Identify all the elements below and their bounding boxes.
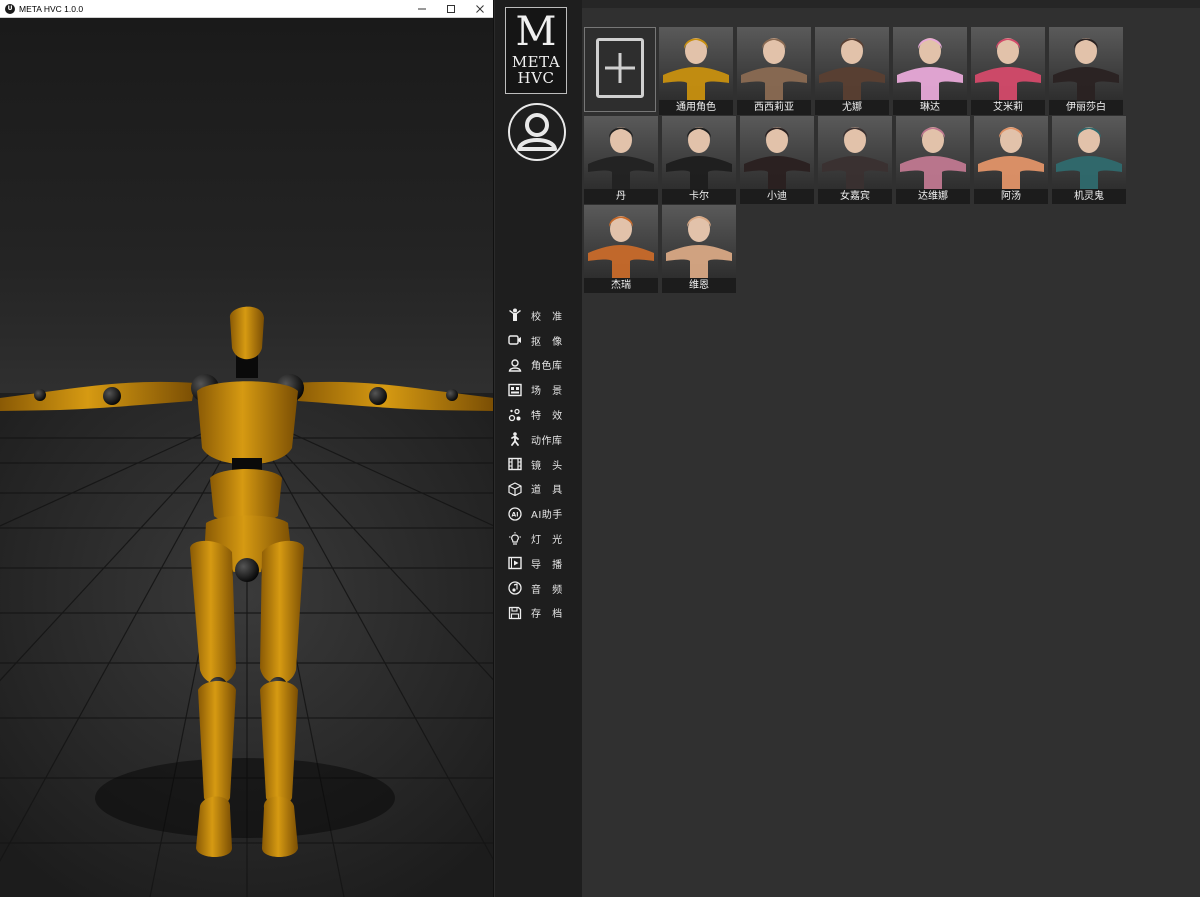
character-card[interactable]: 达维娜 bbox=[896, 116, 970, 204]
effects-icon bbox=[507, 407, 523, 423]
character-thumbnail bbox=[740, 116, 814, 189]
character-name: 机灵鬼 bbox=[1052, 189, 1126, 204]
menu-item-effects[interactable]: 特 效 bbox=[507, 402, 579, 427]
menu-item-lighting[interactable]: 灯 光 bbox=[507, 526, 579, 551]
character-card[interactable]: 琳达 bbox=[893, 27, 967, 115]
character-card[interactable]: 西西莉亚 bbox=[737, 27, 811, 115]
character-thumbnail bbox=[896, 116, 970, 189]
panel-top-bar bbox=[582, 0, 1200, 8]
maximize-button[interactable] bbox=[436, 0, 465, 18]
close-icon bbox=[475, 4, 484, 13]
character-name: 西西莉亚 bbox=[737, 100, 811, 115]
viewport-window: U META HVC 1.0.0 bbox=[0, 0, 494, 897]
character-name: 维恩 bbox=[662, 278, 736, 293]
character-name: 杰瑞 bbox=[584, 278, 658, 293]
character-card[interactable]: 维恩 bbox=[662, 205, 736, 293]
character-card[interactable]: 丹 bbox=[584, 116, 658, 204]
side-toolbar: M META HVC 校 准 抠 像 角色库 场 景 特 效 动作库 镜 头 道… bbox=[495, 0, 582, 897]
calibrate-icon bbox=[507, 307, 523, 323]
minimize-button[interactable] bbox=[407, 0, 436, 18]
meta-hvc-logo: M META HVC bbox=[505, 7, 567, 94]
character-name: 卡尔 bbox=[662, 189, 736, 204]
menu-item-director[interactable]: 导 播 bbox=[507, 551, 579, 576]
character-card[interactable]: 通用角色 bbox=[659, 27, 733, 115]
menu-item-save[interactable]: 存 档 bbox=[507, 601, 579, 626]
character-thumbnail bbox=[1049, 27, 1123, 100]
character-thumbnail bbox=[893, 27, 967, 100]
character-card[interactable]: 杰瑞 bbox=[584, 205, 658, 293]
character-card[interactable]: 阿汤 bbox=[974, 116, 1048, 204]
user-avatar[interactable] bbox=[508, 103, 566, 161]
character-name: 通用角色 bbox=[659, 100, 733, 115]
character-name: 女嘉宾 bbox=[818, 189, 892, 204]
character-icon bbox=[507, 357, 523, 373]
window-title: META HVC 1.0.0 bbox=[19, 3, 84, 14]
character-card[interactable]: 女嘉宾 bbox=[818, 116, 892, 204]
3d-viewport[interactable] bbox=[0, 18, 493, 897]
character-thumbnail bbox=[1052, 116, 1126, 189]
menu-item-motion-library[interactable]: 动作库 bbox=[507, 427, 579, 452]
character-thumbnail bbox=[815, 27, 889, 100]
ai-icon: AI bbox=[507, 506, 523, 522]
character-card[interactable]: 伊丽莎白 bbox=[1049, 27, 1123, 115]
character-thumbnail bbox=[662, 116, 736, 189]
character-thumbnail bbox=[659, 27, 733, 100]
menu-item-character-library[interactable]: 角色库 bbox=[507, 353, 579, 378]
menu-item-keying[interactable]: 抠 像 bbox=[507, 328, 579, 353]
character-thumbnail bbox=[974, 116, 1048, 189]
menu-item-props[interactable]: 道 具 bbox=[507, 477, 579, 502]
character-name: 小迪 bbox=[740, 189, 814, 204]
save-icon bbox=[507, 605, 523, 621]
menu-item-calibrate[interactable]: 校 准 bbox=[507, 303, 579, 328]
character-name: 达维娜 bbox=[896, 189, 970, 204]
camera-icon bbox=[507, 332, 523, 348]
character-thumbnail bbox=[818, 116, 892, 189]
unreal-logo-icon: U bbox=[5, 3, 15, 14]
film-icon bbox=[507, 456, 523, 472]
character-name: 阿汤 bbox=[974, 189, 1048, 204]
character-name: 艾米莉 bbox=[971, 100, 1045, 115]
menu-item-ai-assistant[interactable]: AI AI助手 bbox=[507, 501, 579, 526]
user-icon bbox=[517, 113, 557, 151]
motion-icon bbox=[507, 431, 523, 447]
character-card[interactable]: 卡尔 bbox=[662, 116, 736, 204]
add-character-button[interactable] bbox=[584, 27, 656, 112]
character-card[interactable]: 机灵鬼 bbox=[1052, 116, 1126, 204]
character-card[interactable]: 尤娜 bbox=[815, 27, 889, 115]
character-card[interactable]: 艾米莉 bbox=[971, 27, 1045, 115]
light-icon bbox=[507, 531, 523, 547]
character-name: 尤娜 bbox=[815, 100, 889, 115]
character-card[interactable]: 小迪 bbox=[740, 116, 814, 204]
svg-text:AI: AI bbox=[512, 511, 519, 518]
director-icon bbox=[507, 555, 523, 571]
menu-item-scene[interactable]: 场 景 bbox=[507, 377, 579, 402]
minimize-icon bbox=[417, 8, 426, 9]
character-name: 丹 bbox=[584, 189, 658, 204]
character-thumbnail bbox=[584, 116, 658, 189]
menu-item-camera-shots[interactable]: 镜 头 bbox=[507, 452, 579, 477]
character-name: 琳达 bbox=[893, 100, 967, 115]
maximize-icon bbox=[446, 4, 455, 13]
window-titlebar[interactable]: U META HVC 1.0.0 bbox=[0, 0, 493, 18]
audio-icon bbox=[507, 580, 523, 596]
cube-icon bbox=[507, 481, 523, 497]
character-name: 伊丽莎白 bbox=[1049, 100, 1123, 115]
character-thumbnail bbox=[584, 205, 658, 278]
menu-item-audio[interactable]: 音 频 bbox=[507, 576, 579, 601]
character-thumbnail bbox=[971, 27, 1045, 100]
scene-icon bbox=[507, 382, 523, 398]
add-icon bbox=[596, 38, 644, 98]
character-thumbnail bbox=[737, 27, 811, 100]
main-menu: 校 准 抠 像 角色库 场 景 特 效 动作库 镜 头 道 具 AI AI助手 … bbox=[507, 303, 579, 625]
character-thumbnail bbox=[662, 205, 736, 278]
close-button[interactable] bbox=[465, 0, 493, 18]
